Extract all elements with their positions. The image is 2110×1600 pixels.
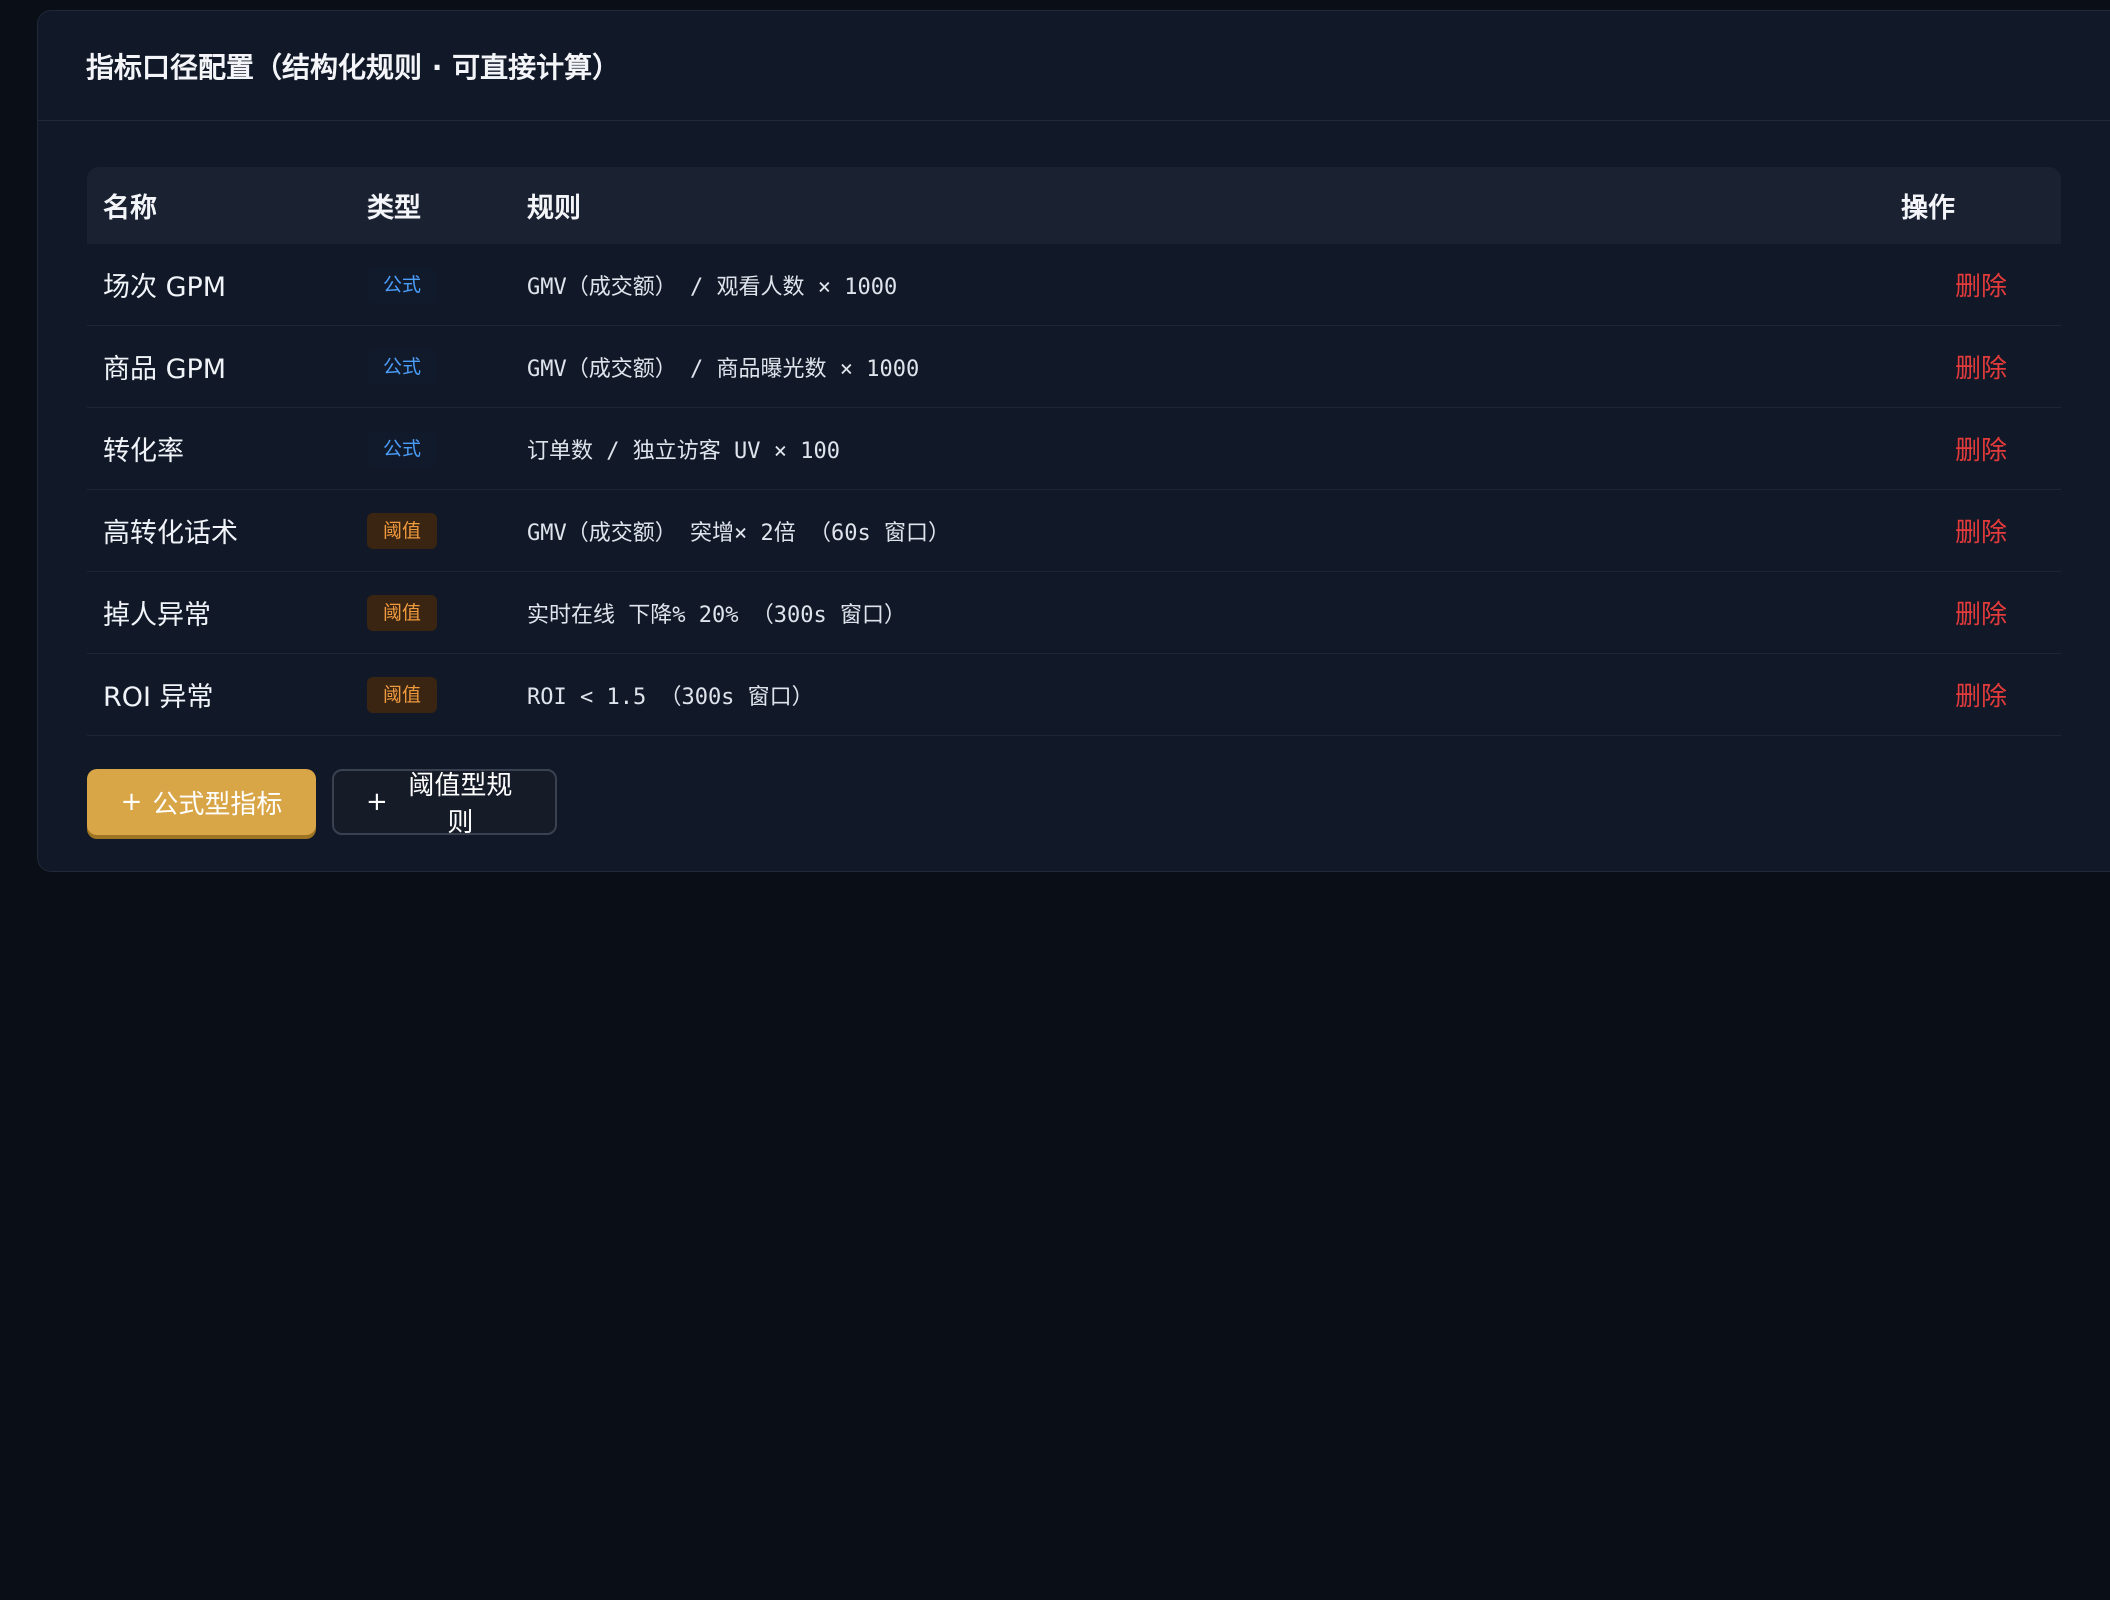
type-badge: 公式 bbox=[367, 348, 438, 385]
header-op: 操作 bbox=[1901, 193, 1955, 224]
rule-text: GMV（成交额） / 商品曝光数 × 1000 bbox=[527, 356, 920, 382]
metric-name: 掉人异常 bbox=[103, 600, 211, 631]
add-formula-metric-button[interactable]: + 公式型指标 bbox=[87, 769, 316, 835]
action-bar: + 公式型指标 + 阈值型规则 bbox=[87, 769, 557, 838]
type-badge: 公式 bbox=[367, 430, 438, 467]
table-header: 名称 类型 规则 操作 bbox=[87, 167, 2061, 244]
table-row: 高转化话术 阈值 GMV（成交额） 突增× 2倍 （60s 窗口） 删除 bbox=[87, 490, 2061, 572]
header-rule: 规则 bbox=[527, 193, 581, 224]
metric-name: 高转化话术 bbox=[103, 518, 238, 549]
table-row: ROI 异常 阈值 ROI < 1.5 （300s 窗口） 删除 bbox=[87, 654, 2061, 736]
type-badge: 公式 bbox=[367, 266, 438, 303]
panel-title: 指标口径配置（结构化规则 · 可直接计算） bbox=[86, 50, 621, 84]
add-threshold-label: 阈值型规则 bbox=[408, 771, 513, 838]
type-badge: 阈值 bbox=[367, 594, 438, 631]
rule-text: GMV（成交额） / 观看人数 × 1000 bbox=[527, 274, 898, 300]
metric-name: 转化率 bbox=[103, 436, 184, 467]
header-name: 名称 bbox=[103, 193, 157, 224]
panel-header: 指标口径配置（结构化规则 · 可直接计算） bbox=[38, 11, 2110, 121]
rule-text: GMV（成交额） 突增× 2倍 （60s 窗口） bbox=[527, 520, 950, 546]
rule-text: 实时在线 下降% 20% （300s 窗口） bbox=[527, 602, 906, 628]
type-badge: 阈值 bbox=[367, 512, 438, 549]
plus-icon: + bbox=[366, 787, 388, 817]
type-badge: 阈值 bbox=[367, 676, 438, 713]
add-formula-label: 公式型指标 bbox=[152, 789, 283, 820]
rule-text: ROI < 1.5 （300s 窗口） bbox=[527, 684, 814, 710]
delete-button[interactable]: 删除 bbox=[1901, 430, 2061, 467]
metric-name: 商品 GPM bbox=[103, 354, 227, 385]
metric-name: ROI 异常 bbox=[103, 682, 214, 713]
metric-config-panel: 指标口径配置（结构化规则 · 可直接计算） 名称 类型 规则 操作 场次 GPM… bbox=[37, 10, 2110, 872]
rule-text: 订单数 / 独立访客 UV × 100 bbox=[527, 438, 840, 464]
delete-button[interactable]: 删除 bbox=[1901, 348, 2061, 385]
delete-button[interactable]: 删除 bbox=[1901, 594, 2061, 631]
table-row: 商品 GPM 公式 GMV（成交额） / 商品曝光数 × 1000 删除 bbox=[87, 326, 2061, 408]
plus-icon: + bbox=[120, 787, 143, 817]
delete-button[interactable]: 删除 bbox=[1901, 266, 2061, 303]
table-row: 场次 GPM 公式 GMV（成交额） / 观看人数 × 1000 删除 bbox=[87, 244, 2061, 326]
add-threshold-rule-button[interactable]: + 阈值型规则 bbox=[332, 769, 557, 838]
metric-name: 场次 GPM bbox=[103, 272, 227, 303]
delete-button[interactable]: 删除 bbox=[1901, 676, 2061, 713]
delete-button[interactable]: 删除 bbox=[1901, 512, 2061, 549]
header-type: 类型 bbox=[367, 193, 421, 224]
table-row: 掉人异常 阈值 实时在线 下降% 20% （300s 窗口） 删除 bbox=[87, 572, 2061, 654]
table-row: 转化率 公式 订单数 / 独立访客 UV × 100 删除 bbox=[87, 408, 2061, 490]
metric-table: 名称 类型 规则 操作 场次 GPM 公式 GMV（成交额） / 观看人数 × … bbox=[87, 167, 2061, 736]
